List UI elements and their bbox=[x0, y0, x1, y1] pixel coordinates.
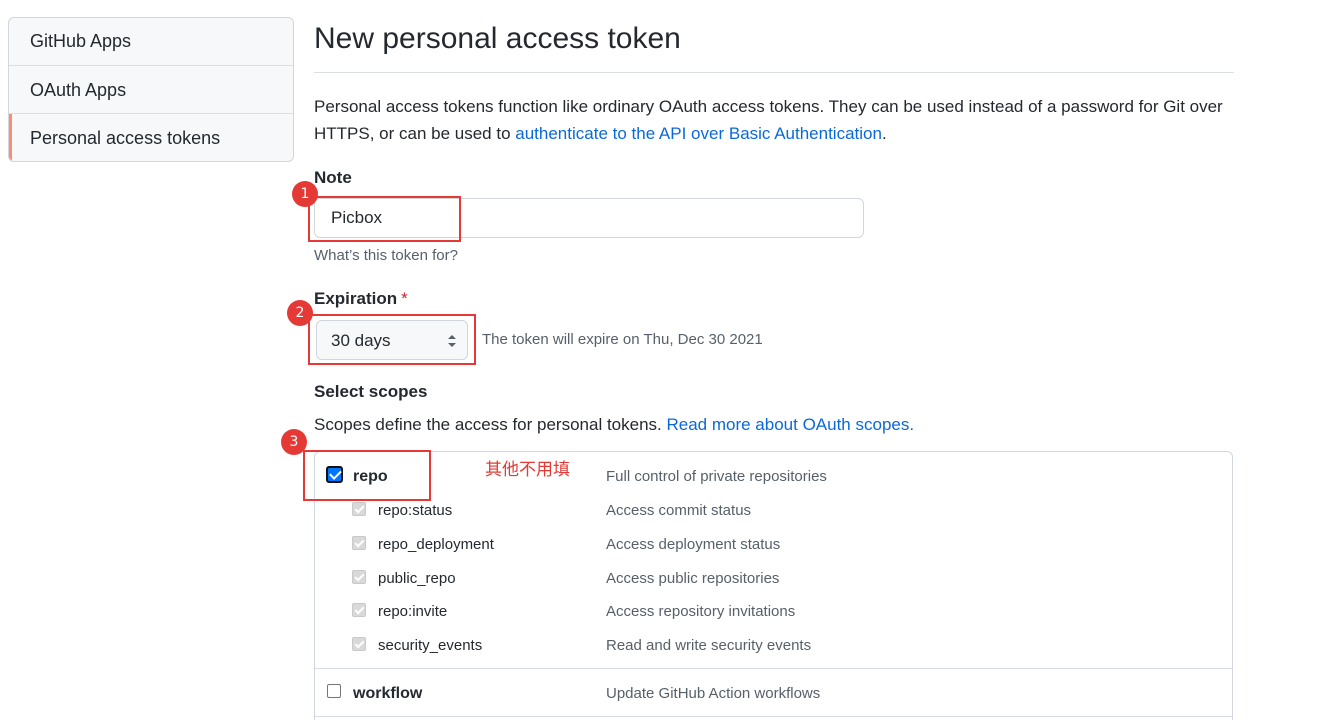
row-divider bbox=[315, 716, 1232, 717]
intro-end: . bbox=[881, 124, 887, 143]
sidebar-item-label: Personal access tokens bbox=[30, 128, 221, 148]
scope-group-repo: repo Full control of private repositorie… bbox=[315, 452, 1232, 668]
scope-desc: Read and write security events bbox=[606, 637, 812, 654]
required-mark: * bbox=[401, 289, 408, 308]
intro-paragraph: Personal access tokens function like ord… bbox=[314, 93, 1234, 147]
scopes-description: Scopes define the access for personal to… bbox=[314, 415, 914, 435]
scope-desc: Access commit status bbox=[606, 502, 752, 519]
scopes-desc-text: Scopes define the access for personal to… bbox=[314, 415, 667, 434]
annotation-note-text: 其他不用填 bbox=[485, 460, 570, 480]
settings-page: GitHub Apps OAuth Apps Personal access t… bbox=[0, 0, 1333, 720]
scope-name: public_repo bbox=[378, 570, 456, 587]
scope-desc: Access deployment status bbox=[606, 536, 781, 553]
developer-settings-sidebar: GitHub Apps OAuth Apps Personal access t… bbox=[8, 17, 294, 162]
scopes-table: repo Full control of private repositorie… bbox=[314, 451, 1233, 720]
sidebar-item-label: OAuth Apps bbox=[30, 80, 127, 100]
scope-group-workflow: workflow Update GitHub Action workflows bbox=[315, 669, 1232, 717]
scope-name: repo_deployment bbox=[378, 536, 494, 553]
sidebar-item-github-apps[interactable]: GitHub Apps bbox=[9, 18, 293, 65]
scope-checkbox-repo-deployment[interactable] bbox=[352, 536, 366, 550]
page-title: New personal access token bbox=[314, 22, 681, 55]
scope-checkbox-security-events[interactable] bbox=[352, 637, 366, 651]
annotation-box-expiration bbox=[308, 314, 476, 365]
annotation-badge-3: 3 bbox=[281, 429, 307, 455]
annotation-badge-1: 1 bbox=[292, 181, 318, 207]
scope-desc: Full control of private repositories bbox=[606, 468, 827, 485]
title-divider bbox=[314, 72, 1234, 73]
note-hint: What’s this token for? bbox=[314, 247, 458, 264]
scope-checkbox-repo-invite[interactable] bbox=[352, 603, 366, 617]
sidebar-item-personal-access-tokens[interactable]: Personal access tokens bbox=[9, 113, 293, 161]
select-scopes-label: Select scopes bbox=[314, 382, 428, 401]
oauth-scopes-link[interactable]: Read more about OAuth scopes. bbox=[666, 415, 914, 434]
scope-name: workflow bbox=[353, 685, 423, 702]
annotation-box-repo bbox=[303, 450, 431, 501]
annotation-box-note bbox=[308, 196, 461, 242]
scope-checkbox-workflow[interactable] bbox=[327, 684, 341, 698]
note-label: Note bbox=[314, 168, 352, 187]
scope-checkbox-public-repo[interactable] bbox=[352, 570, 366, 584]
scope-name: security_events bbox=[378, 637, 483, 654]
expiration-label: Expiration * bbox=[314, 289, 408, 309]
sidebar-item-label: GitHub Apps bbox=[30, 31, 132, 51]
sidebar-item-oauth-apps[interactable]: OAuth Apps bbox=[9, 65, 293, 113]
scope-name: repo:invite bbox=[378, 603, 448, 620]
scope-name: repo:status bbox=[378, 502, 453, 519]
scope-checkbox-repo-status[interactable] bbox=[352, 502, 366, 516]
basic-auth-link[interactable]: authenticate to the API over Basic Authe… bbox=[515, 124, 882, 143]
expiration-info: The token will expire on Thu, Dec 30 202… bbox=[482, 331, 763, 348]
expiration-label-text: Expiration bbox=[314, 289, 398, 308]
scope-desc: Access public repositories bbox=[606, 570, 780, 587]
scope-desc: Access repository invitations bbox=[606, 603, 796, 620]
scope-desc: Update GitHub Action workflows bbox=[606, 685, 821, 702]
annotation-badge-2: 2 bbox=[287, 300, 313, 326]
